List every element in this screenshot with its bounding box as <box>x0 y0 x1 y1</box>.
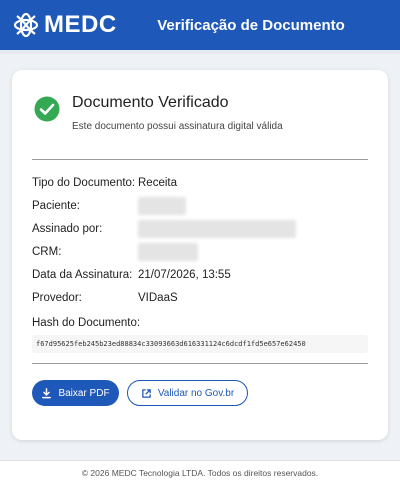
paciente-label: Paciente: <box>32 200 80 212</box>
status-title: Documento Verificado <box>72 94 229 111</box>
crm-value-redacted <box>138 243 198 261</box>
download-pdf-label: Baixar PDF <box>58 387 110 399</box>
tipo-label: Tipo do Documento: <box>32 177 136 189</box>
footer: © 2026 MEDC Tecnologia LTDA. Todos os di… <box>0 460 400 484</box>
validate-govbr-label: Validar no Gov.br <box>157 387 235 399</box>
header-divider <box>0 50 400 54</box>
crm-label: CRM: <box>32 246 62 258</box>
download-icon <box>42 387 52 398</box>
page-title: Verificação de Documento <box>157 16 345 34</box>
row-paciente: Paciente: <box>32 197 186 215</box>
hash-value[interactable]: f67d95625feb245b23ed88834c33093663d61633… <box>32 335 368 353</box>
download-pdf-button[interactable]: Baixar PDF <box>32 380 119 406</box>
hash-label: Hash do Documento: <box>32 317 141 329</box>
assinado-label: Assinado por: <box>32 223 103 235</box>
row-assinado: Assinado por: <box>32 220 296 238</box>
row-data: Data da Assinatura: 21/07/2026, 13:55 <box>32 266 231 284</box>
external-link-icon <box>142 388 151 398</box>
paciente-value-redacted <box>138 197 186 215</box>
data-value: 21/07/2026, 13:55 <box>138 269 231 281</box>
data-label: Data da Assinatura: <box>32 269 133 281</box>
medc-logo-icon <box>13 12 39 38</box>
logo[interactable]: MEDC <box>12 11 117 39</box>
provedor-value: VIDaaS <box>138 292 178 304</box>
row-provedor: Provedor: VIDaaS <box>32 289 178 307</box>
row-tipo: Tipo do Documento: Receita <box>32 174 177 192</box>
provedor-label: Provedor: <box>32 292 82 304</box>
app-header: MEDC Verificação de Documento <box>0 0 400 50</box>
tipo-value: Receita <box>138 177 177 189</box>
validate-govbr-button[interactable]: Validar no Gov.br <box>127 380 248 406</box>
check-circle-icon <box>34 96 60 122</box>
status-subtitle: Este documento possui assinatura digital… <box>72 121 283 132</box>
row-crm: CRM: <box>32 243 198 261</box>
verification-status: Documento Verificado Este documento poss… <box>34 94 283 132</box>
top-divider <box>32 159 368 160</box>
assinado-value-redacted <box>138 220 296 238</box>
footer-text: © 2026 MEDC Tecnologia LTDA. Todos os di… <box>81 467 319 478</box>
verification-card: Documento Verificado Este documento poss… <box>12 70 388 440</box>
bottom-divider <box>32 363 368 364</box>
logo-text: MEDC <box>44 11 117 38</box>
